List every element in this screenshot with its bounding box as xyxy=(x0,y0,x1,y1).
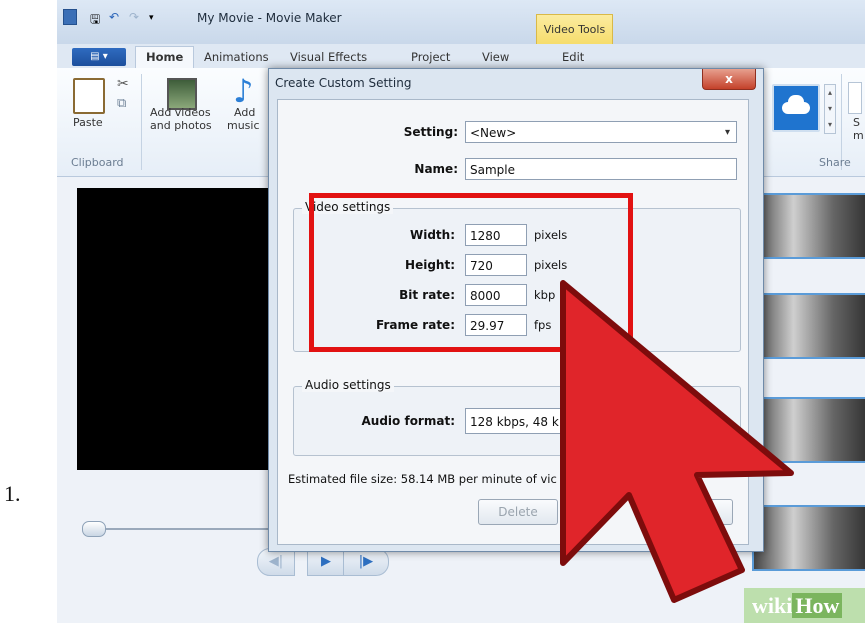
movie-maker-screenshot: 🖫 ↶ ↷ ▾ My Movie - Movie Maker Video Too… xyxy=(57,0,865,623)
wikihow-watermark: wiki How xyxy=(744,588,865,623)
step-number: 1. xyxy=(4,481,21,506)
watermark-wiki: wiki xyxy=(752,593,793,618)
watermark-how: How xyxy=(792,593,843,618)
red-arrow-pointer xyxy=(560,280,794,603)
